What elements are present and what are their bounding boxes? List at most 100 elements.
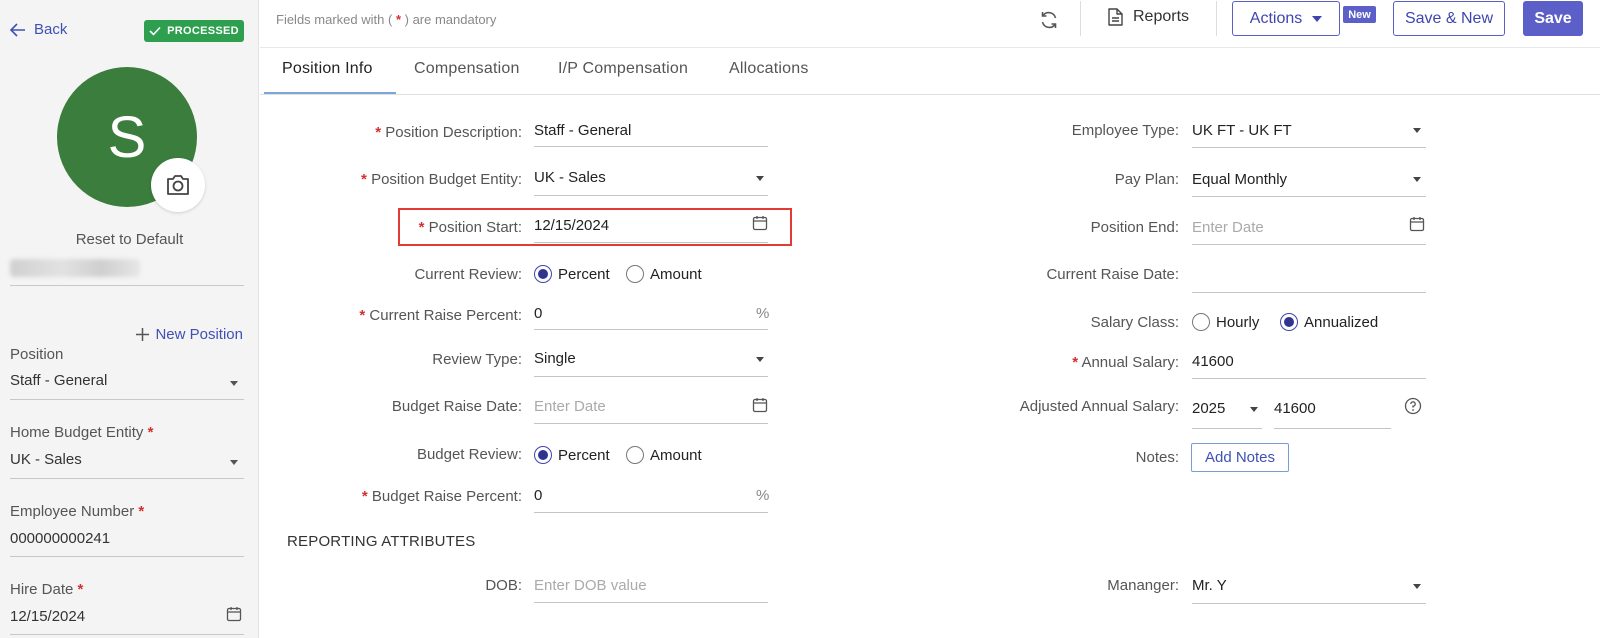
chevron-down-icon [1312, 15, 1323, 22]
dob-label: DOB: [485, 577, 522, 594]
salary-class-label: Salary Class: [1090, 314, 1179, 331]
sidebar: Back PROCESSED S Reset to Default New Po… [0, 0, 259, 638]
position-start-input[interactable]: 12/15/2024 [534, 217, 609, 234]
adjusted-salary-year-select[interactable]: 2025 [1192, 400, 1225, 417]
budget-raise-percent-label: * Budget Raise Percent: [361, 488, 522, 505]
tab-ip-compensation[interactable]: I/P Compensation [558, 60, 688, 78]
position-end-label: Position End: [1090, 219, 1179, 236]
budget-review-label: Budget Review: [416, 446, 522, 463]
adjusted-annual-salary-input[interactable]: 41600 [1274, 400, 1316, 417]
adjusted-annual-salary-label: Adjusted Annual Salary: [1019, 398, 1179, 415]
home-budget-entity-label: Home Budget Entity * [10, 424, 154, 441]
home-budget-entity-select[interactable]: UK - Sales [10, 451, 82, 468]
current-review-percent-radio[interactable] [534, 265, 552, 283]
dob-input[interactable]: Enter DOB value [534, 577, 647, 594]
employee-number-label: Employee Number * [10, 503, 145, 520]
chevron-down-icon[interactable] [230, 460, 238, 465]
plus-icon [136, 328, 150, 341]
calendar-icon[interactable] [226, 606, 242, 622]
tab-allocations[interactable]: Allocations [729, 60, 809, 78]
position-budget-entity-label: * Position Budget Entity: [361, 171, 522, 188]
employee-number-input[interactable]: 000000000241 [10, 530, 110, 547]
save-and-new-button[interactable]: Save & New [1393, 1, 1505, 36]
review-type-select[interactable]: Single [534, 350, 576, 367]
chevron-down-icon[interactable] [1413, 584, 1421, 589]
hire-date-label: Hire Date * [10, 581, 84, 598]
annual-salary-input[interactable]: 41600 [1192, 353, 1234, 370]
current-review-amount-radio[interactable] [626, 265, 644, 283]
calendar-icon[interactable] [1409, 216, 1425, 232]
calendar-icon[interactable] [752, 215, 768, 231]
refresh-icon [1041, 11, 1057, 29]
notes-label: Notes: [1135, 449, 1179, 466]
annual-salary-label: * Annual Salary: [1072, 354, 1179, 371]
status-badge-label: PROCESSED [167, 25, 239, 37]
refresh-button[interactable] [1037, 8, 1061, 32]
budget-review-percent-radio[interactable] [534, 446, 552, 464]
percent-unit: % [756, 487, 770, 504]
salary-class-annualized-label: Annualized [1304, 314, 1379, 331]
underline [534, 242, 768, 243]
position-select[interactable]: Staff - General [10, 372, 107, 389]
percent-unit: % [756, 305, 770, 322]
chevron-down-icon[interactable] [1413, 177, 1421, 182]
current-review-percent-label: Percent [558, 266, 610, 283]
reports-label: Reports [1133, 8, 1190, 25]
salary-class-hourly-label: Hourly [1216, 314, 1260, 331]
chevron-down-icon[interactable] [230, 381, 238, 386]
current-raise-percent-label: * Current Raise Percent: [359, 307, 522, 324]
budget-raise-date-input[interactable]: Enter Date [534, 398, 606, 415]
salary-class-annualized-radio[interactable] [1280, 313, 1298, 331]
position-budget-entity-select[interactable]: UK - Sales [534, 169, 606, 186]
position-description-input[interactable]: Staff - General [534, 122, 631, 139]
underline [1192, 428, 1262, 429]
chevron-down-icon[interactable] [1250, 407, 1258, 412]
blurred-employee-name [10, 259, 140, 277]
position-end-input[interactable]: Enter Date [1192, 219, 1264, 236]
manager-select[interactable]: Mr. Y [1192, 577, 1227, 594]
salary-class-hourly-radio[interactable] [1192, 313, 1210, 331]
chevron-down-icon[interactable] [1413, 128, 1421, 133]
budget-review-amount-radio[interactable] [626, 446, 644, 464]
help-icon[interactable] [1404, 397, 1422, 415]
review-type-label: Review Type: [432, 351, 522, 368]
back-link[interactable]: Back [10, 21, 67, 38]
pay-plan-select[interactable]: Equal Monthly [1192, 171, 1287, 188]
current-raise-percent-input[interactable]: 0 [534, 305, 542, 322]
current-review-label: Current Review: [414, 266, 522, 283]
underline [1192, 292, 1426, 293]
tab-position-info[interactable]: Position Info [282, 60, 373, 78]
document-icon [1108, 8, 1123, 26]
back-label: Back [34, 21, 68, 38]
underline [534, 146, 768, 147]
reset-to-default-link[interactable]: Reset to Default [0, 231, 259, 248]
underline [534, 423, 768, 424]
avatar-initial: S [107, 104, 147, 170]
chevron-down-icon[interactable] [756, 357, 764, 362]
new-position-label: New Position [155, 326, 243, 343]
employee-type-select[interactable]: UK FT - UK FT [1192, 122, 1292, 139]
divider [10, 285, 244, 286]
reports-button[interactable]: Reports [1108, 8, 1189, 26]
current-review-amount-label: Amount [650, 266, 702, 283]
budget-raise-percent-input[interactable]: 0 [534, 487, 542, 504]
budget-raise-date-label: Budget Raise Date: [391, 398, 522, 415]
underline [1192, 196, 1426, 197]
budget-review-percent-label: Percent [558, 447, 610, 464]
employee-type-label: Employee Type: [1071, 122, 1179, 139]
underline [10, 478, 244, 479]
new-position-button[interactable]: New Position [136, 326, 243, 343]
change-photo-button[interactable] [151, 158, 205, 212]
tab-compensation[interactable]: Compensation [414, 60, 520, 78]
hire-date-input[interactable]: 12/15/2024 [10, 608, 85, 625]
add-notes-button[interactable]: Add Notes [1191, 443, 1289, 472]
position-label: Position [10, 346, 64, 363]
position-start-label: * Position Start: [418, 219, 522, 236]
actions-button[interactable]: Actions [1232, 1, 1340, 36]
position-description-label: * Position Description: [375, 124, 522, 141]
chevron-down-icon[interactable] [756, 176, 764, 181]
active-tab-indicator [264, 92, 396, 94]
save-button[interactable]: Save [1523, 1, 1583, 36]
manager-label: Mananger: [1107, 577, 1179, 594]
calendar-icon[interactable] [752, 397, 768, 413]
